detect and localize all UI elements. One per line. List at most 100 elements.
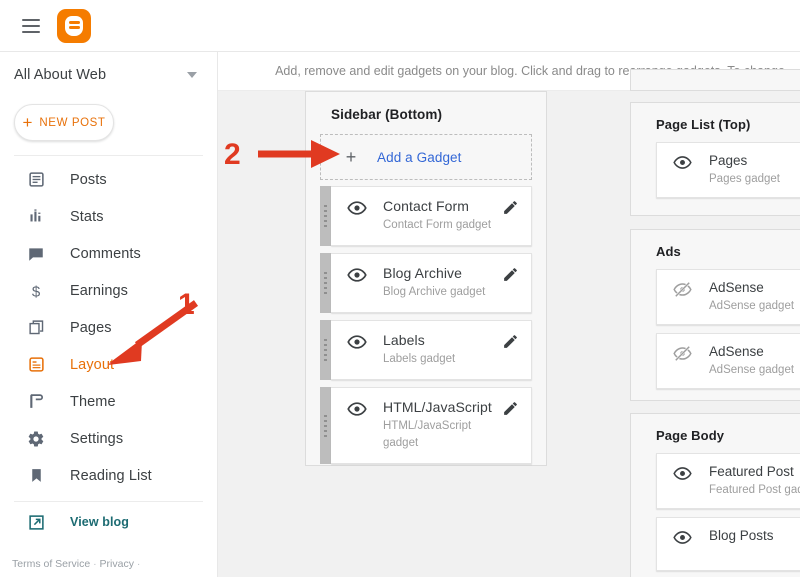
gadget-subtitle: Featured Post gadget	[709, 484, 800, 496]
gadget-card[interactable]: AdSense AdSense gadget	[656, 333, 800, 389]
sidebar-item-pages[interactable]: Pages	[0, 309, 217, 346]
panel-sidebar-bottom: Sidebar (Bottom) + Add a Gadget Contact …	[305, 91, 547, 466]
visibility-eye-icon[interactable]	[347, 332, 367, 352]
panel-ads: Ads AdSense AdSense gadget AdSense AdSen…	[630, 229, 800, 401]
panel-title: Page List (Top)	[656, 117, 751, 132]
gadget-subtitle: Blog Archive gadget	[383, 286, 486, 298]
gadget-name: Contact Form	[383, 198, 469, 214]
panel-page-list-top: Page List (Top) Pages Pages gadget	[630, 102, 800, 216]
legal-links: Terms of Service · Privacy · Content Pol…	[0, 554, 217, 577]
pages-icon	[26, 318, 46, 338]
pencil-icon[interactable]	[502, 400, 519, 417]
sidebar-item-label: Theme	[70, 393, 116, 410]
pencil-icon[interactable]	[502, 199, 519, 216]
gadget-name: Labels	[383, 332, 425, 348]
top-bar	[0, 0, 800, 52]
gadget-subtitle: Contact Form gadget	[383, 219, 492, 231]
panel-title: Sidebar (Bottom)	[331, 107, 443, 122]
add-a-gadget-button[interactable]: + Add a Gadget	[320, 134, 532, 180]
blog-selector[interactable]: All About Web	[0, 52, 217, 98]
external-link-icon	[26, 512, 46, 532]
legal-separator: ·	[136, 558, 141, 570]
drag-handle[interactable]	[320, 320, 331, 380]
gadget-card[interactable]: Pages Pages gadget	[656, 142, 800, 198]
earnings-icon: $	[26, 281, 46, 301]
bookmark-icon	[26, 466, 46, 486]
new-post-label: NEW POST	[39, 116, 106, 129]
sidebar-item-stats[interactable]: Stats	[0, 198, 217, 235]
sidebar-item-label: Stats	[70, 208, 104, 225]
gadget-item[interactable]: HTML/JavaScript HTML/JavaScript gadget	[320, 387, 532, 464]
sidebar-nav: Posts Stats Comments $ Earnings Pages La…	[0, 161, 217, 494]
gadget-list: Contact Form Contact Form gadget Blog Ar…	[306, 180, 546, 485]
visibility-eye-icon[interactable]	[347, 265, 367, 285]
gadget-name: AdSense	[709, 344, 764, 359]
gadget-item[interactable]: Contact Form Contact Form gadget	[320, 186, 532, 246]
chevron-down-icon[interactable]	[187, 72, 197, 78]
hamburger-icon[interactable]	[22, 18, 40, 33]
gadget-subtitle: Pages gadget	[709, 173, 780, 185]
blogger-logo-icon[interactable]	[57, 8, 91, 43]
drag-handle[interactable]	[320, 186, 331, 246]
pencil-icon[interactable]	[502, 266, 519, 283]
gadget-card[interactable]: Contact Form Contact Form gadget	[331, 186, 532, 246]
visibility-eye-icon[interactable]	[347, 399, 367, 419]
visibility-eye-icon[interactable]	[673, 464, 693, 484]
pencil-icon[interactable]	[502, 333, 519, 350]
gadget-card[interactable]: Labels Labels gadget	[331, 320, 532, 380]
gadget-item[interactable]: Blog Archive Blog Archive gadget	[320, 253, 532, 313]
layout-icon	[26, 355, 46, 375]
gadget-card[interactable]: HTML/JavaScript HTML/JavaScript gadget	[331, 387, 532, 464]
view-blog-button[interactable]: View blog	[0, 502, 217, 542]
sidebar-item-settings[interactable]: Settings	[0, 420, 217, 457]
sidebar-item-comments[interactable]: Comments	[0, 235, 217, 272]
gadget-name: Blog Archive	[383, 265, 463, 281]
comments-icon	[26, 244, 46, 264]
visibility-hidden-eye-icon[interactable]	[673, 344, 693, 364]
visibility-eye-icon[interactable]	[673, 528, 693, 548]
visibility-eye-icon[interactable]	[347, 198, 367, 218]
privacy-link[interactable]: Privacy	[100, 558, 134, 570]
gadget-name: Blog Posts	[709, 528, 774, 543]
sidebar-item-reading-list[interactable]: Reading List	[0, 457, 217, 494]
settings-gear-icon	[26, 429, 46, 449]
gadget-card[interactable]: Blog Archive Blog Archive gadget	[331, 253, 532, 313]
sidebar-item-label: Comments	[70, 245, 141, 262]
posts-icon	[26, 170, 46, 190]
theme-icon	[26, 392, 46, 412]
sidebar-item-layout[interactable]: Layout	[0, 346, 217, 383]
plus-icon: +	[345, 147, 357, 167]
gadget-item[interactable]: Labels Labels gadget	[320, 320, 532, 380]
gadget-name: Pages	[709, 153, 748, 168]
gadget-card[interactable]: AdSense AdSense gadget	[656, 269, 800, 325]
add-a-gadget-label: Add a Gadget	[377, 149, 462, 165]
sidebar-item-label: Settings	[70, 430, 124, 447]
gadget-subtitle: Labels gadget	[383, 353, 456, 365]
legal-separator: ·	[93, 558, 97, 570]
left-sidebar: All About Web + NEW POST Posts Stats Com…	[0, 52, 218, 577]
view-blog-label: View blog	[70, 515, 130, 529]
sidebar-item-posts[interactable]: Posts	[0, 161, 217, 198]
stats-icon	[26, 207, 46, 227]
new-post-button[interactable]: + NEW POST	[14, 104, 114, 141]
visibility-eye-icon[interactable]	[673, 153, 693, 173]
sidebar-item-earnings[interactable]: $ Earnings	[0, 272, 217, 309]
sidebar-item-theme[interactable]: Theme	[0, 383, 217, 420]
drag-handle[interactable]	[320, 387, 331, 464]
gadget-subtitle: AdSense gadget	[709, 300, 795, 312]
gadget-card[interactable]: Featured Post Featured Post gadget	[656, 453, 800, 509]
drag-handle[interactable]	[320, 253, 331, 313]
gadget-subtitle: AdSense gadget	[709, 364, 795, 376]
sidebar-item-label: Earnings	[70, 282, 129, 299]
visibility-hidden-eye-icon[interactable]	[673, 280, 693, 300]
gadget-name: AdSense	[709, 280, 764, 295]
sidebar-item-label: Layout	[70, 356, 115, 373]
panel-page-body: Page Body Featured Post Featured Post ga…	[630, 413, 800, 577]
sidebar-divider	[14, 155, 203, 156]
sidebar-item-label: Reading List	[70, 467, 152, 484]
gadget-name: HTML/JavaScript	[383, 399, 492, 415]
terms-of-service-link[interactable]: Terms of Service	[12, 558, 90, 570]
panel-title: Page Body	[656, 428, 725, 443]
gadget-subtitle: HTML/JavaScript gadget	[383, 420, 472, 449]
gadget-card[interactable]: Blog Posts	[656, 517, 800, 571]
